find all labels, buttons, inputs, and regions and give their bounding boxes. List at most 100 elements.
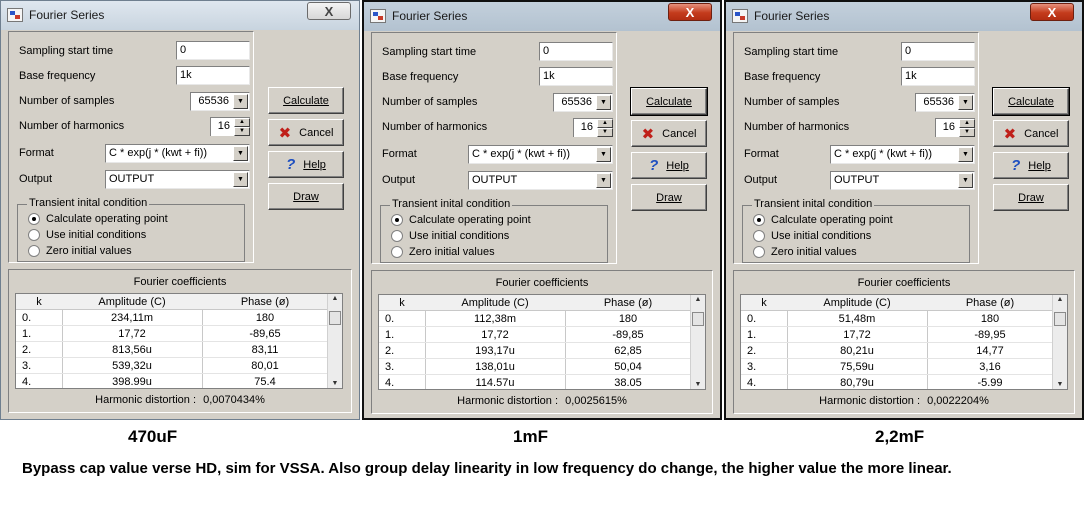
scroll-thumb[interactable]: [692, 312, 704, 326]
coefficients-table[interactable]: k Amplitude (C) Phase (ø) 0. 234,11m 180…: [15, 293, 343, 389]
radio-calculate-operating-point[interactable]: Calculate operating point: [28, 213, 168, 225]
calculate-button[interactable]: Calculate: [630, 87, 708, 116]
table-row[interactable]: 1. 17,72 -89,65: [16, 326, 328, 342]
chevron-down-icon[interactable]: ▼: [958, 173, 973, 188]
radio-icon[interactable]: [753, 230, 765, 242]
radio-zero-initial-values[interactable]: Zero initial values: [753, 246, 857, 258]
cancel-button[interactable]: ✖ Cancel: [268, 119, 344, 146]
chevron-down-icon[interactable]: ▼: [233, 146, 248, 161]
cancel-button[interactable]: ✖ Cancel: [631, 120, 707, 147]
radio-icon[interactable]: [753, 246, 765, 258]
number-of-harmonics-stepper[interactable]: 16 ▲ ▼: [210, 117, 250, 136]
title-bar[interactable]: Fourier Series X: [1, 1, 359, 30]
table-row[interactable]: 3. 75,59u 3,16: [741, 359, 1053, 375]
format-select[interactable]: C * exp(j * (kwt + fi)) ▼: [830, 145, 975, 164]
coefficients-table[interactable]: k Amplitude (C) Phase (ø) 0. 51,48m 180 …: [740, 294, 1068, 390]
help-button[interactable]: ? Help: [993, 152, 1069, 179]
spin-down-icon[interactable]: ▼: [959, 128, 975, 137]
radio-selected-icon[interactable]: [753, 214, 765, 226]
output-select[interactable]: OUTPUT ▼: [105, 170, 250, 189]
draw-button[interactable]: Draw: [993, 184, 1069, 211]
chevron-down-icon[interactable]: ▼: [596, 95, 611, 110]
format-select[interactable]: C * exp(j * (kwt + fi)) ▼: [468, 145, 613, 164]
table-row[interactable]: 2. 80,21u 14,77: [741, 343, 1053, 359]
chevron-down-icon[interactable]: ▼: [958, 95, 973, 110]
number-of-harmonics-stepper[interactable]: 16 ▲ ▼: [573, 118, 613, 137]
table-row[interactable]: 4. 80,79u -5.99: [741, 375, 1053, 389]
vertical-scrollbar[interactable]: ▲ ▼: [690, 295, 705, 389]
help-button[interactable]: ? Help: [631, 152, 707, 179]
scroll-down-icon[interactable]: ▼: [1053, 381, 1067, 388]
close-button[interactable]: X: [307, 2, 351, 20]
spin-up-icon[interactable]: ▲: [959, 119, 975, 128]
radio-selected-icon[interactable]: [391, 214, 403, 226]
vertical-scrollbar[interactable]: ▲ ▼: [1052, 295, 1067, 389]
sampling-start-time-input[interactable]: 0: [539, 42, 613, 61]
scroll-thumb[interactable]: [1054, 312, 1066, 326]
scroll-up-icon[interactable]: ▲: [691, 296, 705, 303]
chevron-down-icon[interactable]: ▼: [233, 172, 248, 187]
scroll-up-icon[interactable]: ▲: [1053, 296, 1067, 303]
table-row[interactable]: 2. 813,56u 83,11: [16, 342, 328, 358]
radio-zero-initial-values[interactable]: Zero initial values: [391, 246, 495, 258]
calculate-button[interactable]: Calculate: [268, 87, 344, 114]
cell-phase: 38.05: [614, 377, 642, 389]
sampling-start-time-input[interactable]: 0: [901, 42, 975, 61]
radio-calculate-operating-point[interactable]: Calculate operating point: [391, 214, 531, 226]
close-button[interactable]: X: [1030, 3, 1074, 21]
title-bar[interactable]: Fourier Series X: [364, 2, 720, 31]
table-row[interactable]: 3. 138,01u 50,04: [379, 359, 691, 375]
scroll-thumb[interactable]: [329, 311, 341, 325]
vertical-scrollbar[interactable]: ▲ ▼: [327, 294, 342, 388]
table-row[interactable]: 1. 17,72 -89,95: [741, 327, 1053, 343]
scroll-down-icon[interactable]: ▼: [691, 381, 705, 388]
chevron-down-icon[interactable]: ▼: [233, 94, 248, 109]
number-of-samples-select[interactable]: 65536 ▼: [190, 92, 250, 111]
close-button[interactable]: X: [668, 3, 712, 21]
scroll-up-icon[interactable]: ▲: [328, 295, 342, 302]
base-frequency-input[interactable]: 1k: [539, 67, 613, 86]
coefficients-table[interactable]: k Amplitude (C) Phase (ø) 0. 112,38m 180…: [378, 294, 706, 390]
radio-icon[interactable]: [391, 230, 403, 242]
sampling-start-time-input[interactable]: 0: [176, 41, 250, 60]
table-row[interactable]: 1. 17,72 -89,85: [379, 327, 691, 343]
radio-icon[interactable]: [28, 229, 40, 241]
spin-up-icon[interactable]: ▲: [234, 118, 250, 127]
radio-icon[interactable]: [391, 246, 403, 258]
number-of-harmonics-stepper[interactable]: 16 ▲ ▼: [935, 118, 975, 137]
chevron-down-icon[interactable]: ▼: [596, 173, 611, 188]
cancel-button[interactable]: ✖ Cancel: [993, 120, 1069, 147]
number-of-samples-select[interactable]: 65536 ▼: [553, 93, 613, 112]
radio-icon[interactable]: [28, 245, 40, 257]
output-select[interactable]: OUTPUT ▼: [830, 171, 975, 190]
table-row[interactable]: 2. 193,17u 62,85: [379, 343, 691, 359]
table-row[interactable]: 0. 51,48m 180: [741, 311, 1053, 327]
scroll-down-icon[interactable]: ▼: [328, 380, 342, 387]
output-select[interactable]: OUTPUT ▼: [468, 171, 613, 190]
calculate-button[interactable]: Calculate: [992, 87, 1070, 116]
title-bar[interactable]: Fourier Series X: [726, 2, 1082, 31]
radio-use-initial-conditions[interactable]: Use initial conditions: [391, 230, 509, 242]
format-select[interactable]: C * exp(j * (kwt + fi)) ▼: [105, 144, 250, 163]
draw-button[interactable]: Draw: [631, 184, 707, 211]
draw-button[interactable]: Draw: [268, 183, 344, 210]
table-row[interactable]: 4. 114.57u 38.05: [379, 375, 691, 389]
table-row[interactable]: 0. 234,11m 180: [16, 310, 328, 326]
base-frequency-input[interactable]: 1k: [176, 66, 250, 85]
table-row[interactable]: 0. 112,38m 180: [379, 311, 691, 327]
radio-calculate-operating-point[interactable]: Calculate operating point: [753, 214, 893, 226]
radio-zero-initial-values[interactable]: Zero initial values: [28, 245, 132, 257]
base-frequency-input[interactable]: 1k: [901, 67, 975, 86]
table-row[interactable]: 4. 398.99u 75.4: [16, 374, 328, 388]
chevron-down-icon[interactable]: ▼: [596, 147, 611, 162]
spin-up-icon[interactable]: ▲: [597, 119, 613, 128]
spin-down-icon[interactable]: ▼: [597, 128, 613, 137]
radio-use-initial-conditions[interactable]: Use initial conditions: [753, 230, 871, 242]
table-row[interactable]: 3. 539,32u 80,01: [16, 358, 328, 374]
radio-use-initial-conditions[interactable]: Use initial conditions: [28, 229, 146, 241]
radio-selected-icon[interactable]: [28, 213, 40, 225]
number-of-samples-select[interactable]: 65536 ▼: [915, 93, 975, 112]
help-button[interactable]: ? Help: [268, 151, 344, 178]
chevron-down-icon[interactable]: ▼: [958, 147, 973, 162]
spin-down-icon[interactable]: ▼: [234, 127, 250, 136]
